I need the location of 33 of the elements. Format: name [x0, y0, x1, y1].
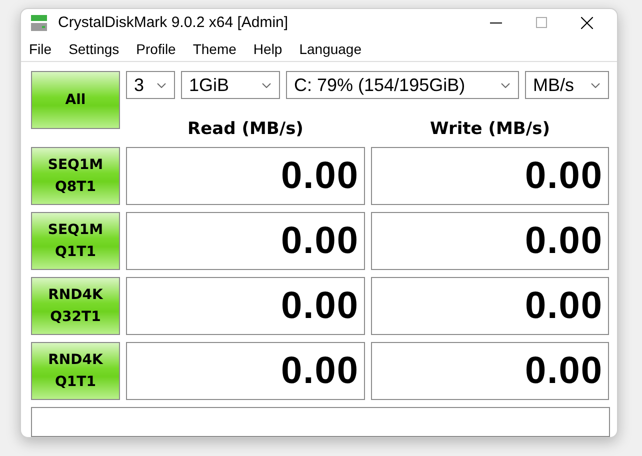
- result-value: 0.00: [371, 212, 609, 270]
- disk-icon: [30, 14, 48, 32]
- result-value: 0.00: [371, 342, 609, 400]
- dropdown[interactable]: C: 79% (154/195GiB): [286, 71, 519, 99]
- comment-field[interactable]: [31, 407, 610, 437]
- test-button[interactable]: RND4K Q1T1: [31, 342, 120, 400]
- menu-item[interactable]: Theme: [192, 40, 236, 57]
- result-value: 0.00: [371, 147, 609, 205]
- chevron-icon: [262, 82, 271, 88]
- result-value: 0.00: [126, 212, 365, 270]
- result-value: 0.00: [126, 277, 365, 335]
- dropdown[interactable]: MB/s: [525, 71, 609, 99]
- result-value: 0.00: [126, 342, 365, 400]
- close-icon[interactable]: [581, 16, 593, 29]
- menu-item[interactable]: Help: [253, 40, 282, 57]
- column-header: Write (MB/s): [429, 119, 551, 139]
- window-title: CrystalDiskMark 9.0.2 x64 [Admin]: [58, 14, 290, 32]
- chevron-icon: [501, 82, 510, 88]
- dropdown[interactable]: 1GiB: [181, 71, 280, 99]
- test-button[interactable]: RND4K Q32T1: [31, 277, 120, 335]
- chevron-icon: [157, 82, 166, 88]
- menu-item[interactable]: Profile: [136, 40, 176, 57]
- result-value: 0.00: [371, 277, 609, 335]
- menu-item[interactable]: Language: [299, 40, 362, 57]
- column-header: Read (MB/s): [186, 119, 304, 139]
- chevron-icon: [591, 82, 600, 88]
- menu-item[interactable]: Settings: [68, 40, 120, 57]
- result-value: 0.00: [126, 147, 365, 205]
- all-button[interactable]: All: [31, 71, 120, 129]
- test-button[interactable]: SEQ1M Q8T1: [31, 147, 120, 205]
- menu-item[interactable]: File: [29, 40, 52, 57]
- test-button[interactable]: SEQ1M Q1T1: [31, 212, 120, 270]
- dropdown[interactable]: 3: [126, 71, 175, 99]
